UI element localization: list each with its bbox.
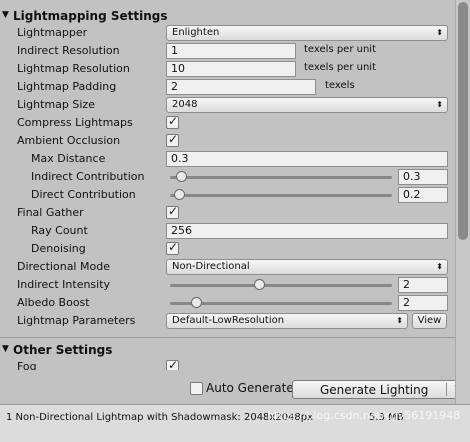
indirect-intensity-input[interactable]: 2 (398, 277, 448, 293)
checkmark-icon: ✓ (168, 132, 179, 146)
fog-checkbox[interactable]: ✓ (166, 358, 179, 370)
lightmap-parameters-dropdown[interactable]: Default-LowResolution ⬍ (166, 313, 408, 329)
checkmark-icon: ✓ (168, 358, 179, 370)
section-title: Lightmapping Settings (13, 9, 168, 23)
final-gather-label: Final Gather (17, 206, 84, 219)
indirect-contribution-input[interactable]: 0.3 (398, 169, 448, 185)
row-lightmap-resolution: Lightmap Resolution 10 texels per unit (0, 60, 455, 78)
lightmap-padding-input[interactable]: 2 (166, 79, 316, 95)
row-directional-mode: Directional Mode Non-Directional ⬍ (0, 258, 455, 276)
row-denoising: Denoising ✓ (0, 240, 455, 258)
lightmap-size-label: Lightmap Size (17, 98, 95, 111)
direct-contribution-input[interactable]: 0.2 (398, 187, 448, 203)
dropdown-arrow-icon: ⬍ (436, 100, 443, 109)
indirect-contribution-label: Indirect Contribution (31, 170, 145, 183)
lightmap-padding-unit: texels (325, 80, 355, 91)
generate-lighting-label: Generate Lighting (320, 383, 429, 397)
row-compress-lightmaps: Compress Lightmaps ✓ (0, 114, 455, 132)
triangle-down-icon[interactable]: ▼ (2, 10, 9, 20)
row-lightmapper: Lightmapper Enlighten ⬍ (0, 24, 455, 42)
ambient-occlusion-label: Ambient Occlusion (17, 134, 121, 147)
row-indirect-resolution: Indirect Resolution 1 texels per unit (0, 42, 455, 60)
dropdown-arrow-icon: ⬍ (436, 28, 443, 37)
max-distance-input[interactable]: 0.3 (166, 151, 448, 167)
indirect-contribution-slider-track[interactable] (170, 176, 392, 179)
lightmap-resolution-label: Lightmap Resolution (17, 62, 130, 75)
albedo-boost-input[interactable]: 2 (398, 295, 448, 311)
row-lightmap-padding: Lightmap Padding 2 texels (0, 78, 455, 96)
bottom-toolbar: Auto Generate Generate Lighting ▾ (0, 376, 464, 402)
checkmark-icon: ✓ (168, 240, 179, 254)
generate-lighting-button[interactable]: Generate Lighting ▾ (292, 380, 464, 399)
indirect-intensity-slider-thumb[interactable] (254, 279, 266, 290)
compress-lightmaps-label: Compress Lightmaps (17, 116, 133, 129)
denoising-checkbox[interactable]: ✓ (166, 240, 179, 255)
lightmap-padding-label: Lightmap Padding (17, 80, 117, 93)
max-distance-label: Max Distance (31, 152, 106, 165)
row-final-gather: Final Gather ✓ (0, 204, 455, 222)
dropdown-value: Non-Directional (172, 261, 250, 272)
denoising-label: Denoising (31, 242, 86, 255)
direct-contribution-slider-thumb[interactable] (174, 189, 186, 200)
albedo-boost-slider-thumb[interactable] (191, 297, 203, 308)
direct-contribution-label: Direct Contribution (31, 188, 136, 201)
button-split-divider (446, 383, 447, 396)
indirect-contribution-slider-thumb[interactable] (176, 171, 188, 182)
auto-generate-label: Auto Generate (206, 381, 294, 395)
section-title: Other Settings (13, 343, 113, 357)
vertical-scrollbar[interactable] (455, 0, 470, 442)
albedo-boost-label: Albedo Boost (17, 296, 90, 309)
checkmark-icon: ✓ (168, 114, 179, 128)
section-divider (0, 337, 455, 338)
lightmap-resolution-unit: texels per unit (304, 62, 376, 73)
row-indirect-contribution: Indirect Contribution 0.3 (0, 168, 455, 186)
directional-mode-label: Directional Mode (17, 260, 110, 273)
lighting-panel: ▼ Lightmapping Settings Lightmapper Enli… (0, 0, 464, 442)
indirect-resolution-unit: texels per unit (304, 44, 376, 55)
fog-label: Fog (17, 360, 37, 370)
ray-count-label: Ray Count (31, 224, 88, 237)
row-ray-count: Ray Count 256 (0, 222, 455, 240)
lightmap-parameters-label: Lightmap Parameters (17, 314, 136, 327)
lightmapper-dropdown[interactable]: Enlighten ⬍ (166, 25, 448, 41)
lightmap-resolution-input[interactable]: 10 (166, 61, 296, 77)
row-lightmap-parameters: Lightmap Parameters Default-LowResolutio… (0, 312, 455, 330)
lightmap-size-dropdown[interactable]: 2048 ⬍ (166, 97, 448, 113)
ray-count-input[interactable]: 256 (166, 223, 448, 239)
checkmark-icon: ✓ (168, 204, 179, 218)
directional-mode-dropdown[interactable]: Non-Directional ⬍ (166, 259, 448, 275)
dropdown-value: 2048 (172, 99, 198, 110)
triangle-down-icon[interactable]: ▼ (2, 344, 9, 354)
indirect-resolution-label: Indirect Resolution (17, 44, 120, 57)
indirect-resolution-input[interactable]: 1 (166, 43, 296, 59)
row-direct-contribution: Direct Contribution 0.2 (0, 186, 455, 204)
dropdown-value: Default-LowResolution (172, 315, 285, 326)
view-button[interactable]: View (412, 313, 447, 329)
final-gather-checkbox[interactable]: ✓ (166, 204, 179, 219)
compress-lightmaps-checkbox[interactable]: ✓ (166, 114, 179, 129)
dropdown-arrow-icon: ⬍ (396, 316, 403, 325)
albedo-boost-slider-track[interactable] (170, 302, 392, 305)
row-max-distance: Max Distance 0.3 (0, 150, 455, 168)
dropdown-value: Enlighten (172, 27, 220, 38)
direct-contribution-slider-track[interactable] (170, 194, 392, 197)
dropdown-arrow-icon: ⬍ (436, 262, 443, 271)
row-lightmap-size: Lightmap Size 2048 ⬍ (0, 96, 455, 114)
lightmapper-label: Lightmapper (17, 26, 88, 39)
row-ambient-occlusion: Ambient Occlusion ✓ (0, 132, 455, 150)
ambient-occlusion-checkbox[interactable]: ✓ (166, 132, 179, 147)
row-fog: Fog ✓ (0, 358, 455, 370)
scrollbar-thumb[interactable] (458, 2, 468, 240)
row-albedo-boost: Albedo Boost 2 (0, 294, 455, 312)
row-indirect-intensity: Indirect Intensity 2 (0, 276, 455, 294)
watermark-text: https://blog.csdn.net/cgy56191948 (267, 409, 461, 422)
indirect-intensity-label: Indirect Intensity (17, 278, 111, 291)
indirect-intensity-slider-track[interactable] (170, 284, 392, 287)
auto-generate-checkbox[interactable] (190, 382, 203, 395)
